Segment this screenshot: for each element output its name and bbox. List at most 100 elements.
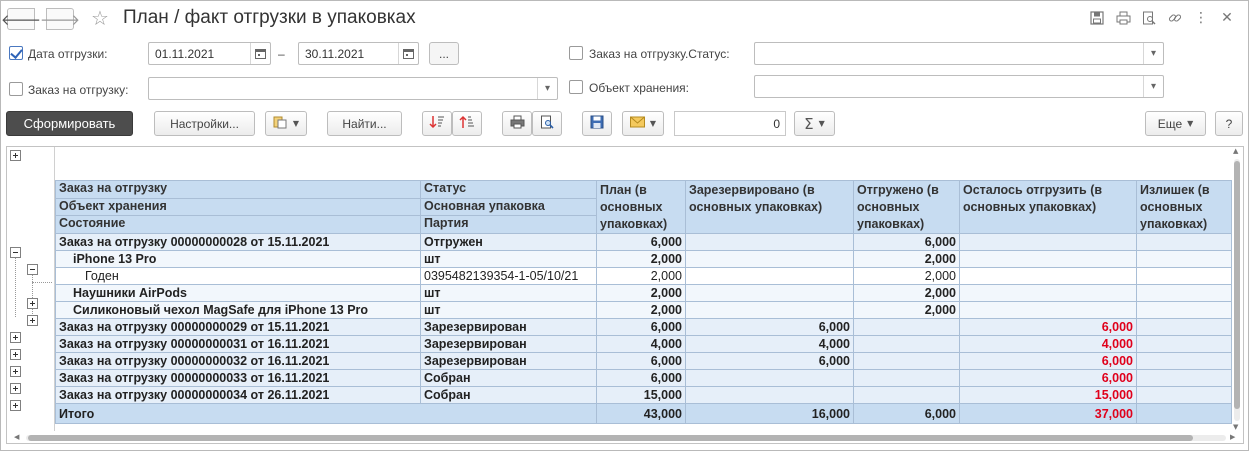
cell-remaining[interactable]: 6,000 — [959, 352, 1137, 370]
vertical-scrollbar[interactable]: ▲ ▼ — [1233, 147, 1241, 431]
cell-status[interactable]: Зарезервирован — [420, 335, 597, 353]
cell-status[interactable]: шт — [420, 301, 597, 319]
cell-remaining[interactable]: 6,000 — [959, 369, 1137, 387]
cell-status[interactable]: Собран — [420, 386, 597, 404]
variants-button[interactable]: ▼ — [265, 111, 307, 136]
cell-remaining[interactable] — [959, 233, 1137, 251]
cell-name[interactable]: Заказ на отгрузку 00000000029 от 15.11.2… — [55, 318, 421, 336]
table-row[interactable]: Заказ на отгрузку 00000000034 от 26.11.2… — [55, 386, 1232, 404]
table-row[interactable]: Заказ на отгрузку 00000000028 от 15.11.2… — [55, 233, 1232, 251]
ship-date-checkbox[interactable] — [9, 46, 23, 60]
date-from-field[interactable]: 01.11.2021 — [148, 42, 271, 65]
expand-icon[interactable] — [10, 400, 21, 411]
cell-remaining[interactable]: 6,000 — [959, 318, 1137, 336]
cell-reserved[interactable] — [685, 369, 854, 387]
chevron-down-icon[interactable]: ▾ — [1143, 76, 1163, 97]
cell-reserved[interactable] — [685, 284, 854, 302]
cell-name[interactable]: Заказ на отгрузку 00000000033 от 16.11.2… — [55, 369, 421, 387]
preview-icon[interactable] — [1136, 8, 1162, 28]
cell-name[interactable]: Заказ на отгрузку 00000000032 от 16.11.2… — [55, 352, 421, 370]
preview-button[interactable] — [532, 111, 562, 136]
table-row[interactable]: Заказ на отгрузку 00000000031 от 16.11.2… — [55, 335, 1232, 353]
cell-reserved[interactable]: 6,000 — [685, 352, 854, 370]
chevron-down-icon[interactable]: ▾ — [1143, 43, 1163, 64]
date-to-field[interactable]: 30.11.2021 — [298, 42, 419, 65]
cell-reserved[interactable] — [685, 386, 854, 404]
cell-plan[interactable]: 6,000 — [596, 233, 686, 251]
cell-reserved[interactable] — [685, 233, 854, 251]
horizontal-scrollbar[interactable]: ◀ ▶ — [12, 433, 1240, 442]
calendar-icon[interactable] — [398, 43, 418, 64]
print-icon[interactable] — [1110, 8, 1136, 28]
cell-surplus[interactable] — [1136, 386, 1232, 404]
sort-asc-button[interactable] — [452, 111, 482, 136]
table-row[interactable]: Годен 0395482139354-1-05/10/21 2,000 2,000 — [55, 267, 1232, 285]
cell-status[interactable]: шт — [420, 284, 597, 302]
cell-shipped[interactable] — [853, 386, 960, 404]
sort-desc-button[interactable] — [422, 111, 452, 136]
table-row[interactable]: Наушники AirPods шт 2,000 2,000 — [55, 284, 1232, 302]
cell-plan[interactable]: 2,000 — [596, 267, 686, 285]
cell-plan[interactable]: 6,000 — [596, 352, 686, 370]
save-icon[interactable] — [1084, 8, 1110, 28]
table-row[interactable]: Заказ на отгрузку 00000000033 от 16.11.2… — [55, 369, 1232, 387]
print-button[interactable] — [502, 111, 532, 136]
cell-status[interactable]: 0395482139354-1-05/10/21 — [420, 267, 597, 285]
cell-shipped[interactable]: 2,000 — [853, 301, 960, 319]
period-select-button[interactable]: ... — [429, 42, 459, 65]
cell-reserved[interactable] — [685, 250, 854, 268]
chevron-down-icon[interactable]: ▾ — [537, 78, 557, 99]
more-button[interactable]: Еще ▼ — [1145, 111, 1206, 136]
cell-name[interactable]: Заказ на отгрузку 00000000028 от 15.11.2… — [55, 233, 421, 251]
cell-name[interactable]: iPhone 13 Pro — [55, 250, 421, 268]
table-row[interactable]: Заказ на отгрузку 00000000032 от 16.11.2… — [55, 352, 1232, 370]
cell-status[interactable]: Зарезервирован — [420, 352, 597, 370]
expand-icon[interactable] — [27, 298, 38, 309]
cell-plan[interactable]: 6,000 — [596, 318, 686, 336]
link-icon[interactable] — [1162, 8, 1188, 28]
cell-surplus[interactable] — [1136, 233, 1232, 251]
cell-shipped[interactable]: 2,000 — [853, 250, 960, 268]
cell-remaining[interactable] — [959, 250, 1137, 268]
cell-shipped[interactable]: 2,000 — [853, 284, 960, 302]
table-row[interactable]: Заказ на отгрузку 00000000029 от 15.11.2… — [55, 318, 1232, 336]
scroll-right-icon[interactable]: ▶ — [1230, 433, 1235, 441]
order-checkbox[interactable] — [9, 82, 23, 96]
cell-surplus[interactable] — [1136, 335, 1232, 353]
storage-field[interactable]: ▾ — [754, 75, 1164, 98]
cell-reserved[interactable] — [685, 267, 854, 285]
cell-surplus[interactable] — [1136, 267, 1232, 285]
cell-surplus[interactable] — [1136, 318, 1232, 336]
cell-name[interactable]: Силиконовый чехол MagSafe для iPhone 13 … — [55, 301, 421, 319]
order-status-checkbox[interactable] — [569, 46, 583, 60]
storage-checkbox[interactable] — [569, 80, 583, 94]
scroll-up-icon[interactable]: ▲ — [1233, 147, 1238, 155]
cell-reserved[interactable]: 6,000 — [685, 318, 854, 336]
sum-field[interactable]: 0 — [674, 111, 786, 136]
cell-remaining[interactable] — [959, 301, 1137, 319]
cell-name[interactable]: Заказ на отгрузку 00000000034 от 26.11.2… — [55, 386, 421, 404]
find-button[interactable]: Найти... — [327, 111, 402, 136]
close-icon[interactable]: ✕ — [1214, 8, 1240, 28]
cell-surplus[interactable] — [1136, 284, 1232, 302]
cell-remaining[interactable] — [959, 284, 1137, 302]
cell-plan[interactable]: 2,000 — [596, 284, 686, 302]
help-button[interactable]: ? — [1215, 111, 1243, 136]
cell-shipped[interactable] — [853, 335, 960, 353]
scroll-down-icon[interactable]: ▼ — [1233, 423, 1238, 431]
table-row[interactable]: Силиконовый чехол MagSafe для iPhone 13 … — [55, 301, 1232, 319]
vertical-scroll-thumb[interactable] — [1234, 161, 1240, 409]
save-button[interactable] — [582, 111, 612, 136]
order-field[interactable]: ▾ — [148, 77, 558, 100]
report-spreadsheet[interactable]: Заказ на отгрузку Статус План (в основны… — [6, 146, 1244, 444]
cell-plan[interactable]: 2,000 — [596, 301, 686, 319]
expand-all-icon[interactable] — [10, 150, 21, 161]
cell-plan[interactable]: 6,000 — [596, 369, 686, 387]
favorite-star-icon[interactable]: ☆ — [91, 6, 109, 30]
cell-surplus[interactable] — [1136, 352, 1232, 370]
cell-remaining[interactable]: 4,000 — [959, 335, 1137, 353]
cell-surplus[interactable] — [1136, 301, 1232, 319]
cell-remaining[interactable]: 15,000 — [959, 386, 1137, 404]
send-email-button[interactable]: ▼ — [622, 111, 664, 136]
cell-name[interactable]: Заказ на отгрузку 00000000031 от 16.11.2… — [55, 335, 421, 353]
